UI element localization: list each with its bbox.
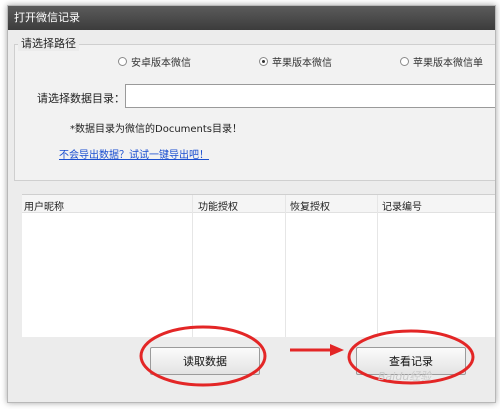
records-table[interactable]: 用户昵称 功能授权 恢复授权 记录编号	[22, 194, 495, 337]
column-divider	[377, 195, 378, 337]
column-feature-auth[interactable]: 功能授权	[198, 198, 238, 213]
data-dir-label: 请选择数据目录：	[37, 92, 125, 105]
path-group-legend: 请选择路径	[18, 35, 79, 51]
radio-apple-single-dot[interactable]	[400, 57, 409, 66]
radio-apple-single[interactable]: 苹果版本微信单	[400, 54, 483, 69]
table-header: 用户昵称 功能授权 恢复授权 记录编号	[22, 195, 495, 213]
column-record-id[interactable]: 记录编号	[382, 198, 422, 213]
dialog-window: 打开微信记录 请选择路径 安卓版本微信 苹果版本微信 苹果版本微信单 请选择数据…	[7, 5, 496, 403]
baidu-watermark: Baidu经验	[378, 370, 432, 383]
window-title: 打开微信记录	[8, 6, 495, 30]
radio-apple-label: 苹果版本微信	[272, 58, 332, 69]
one-click-export-link[interactable]: 不会导出数据？试试一键导出吧！	[59, 146, 209, 161]
radio-apple-single-label: 苹果版本微信单	[413, 58, 483, 69]
column-restore-auth[interactable]: 恢复授权	[290, 198, 330, 213]
column-nickname[interactable]: 用户昵称	[24, 198, 64, 213]
data-dir-input[interactable]	[125, 84, 495, 108]
read-data-button[interactable]: 读取数据	[150, 347, 260, 375]
radio-android-label: 安卓版本微信	[131, 58, 191, 69]
column-divider	[285, 195, 286, 337]
documents-note: *数据目录为微信的Documents目录！	[70, 124, 243, 135]
radio-apple-dot[interactable]	[259, 57, 268, 66]
column-divider	[192, 195, 193, 337]
radio-apple[interactable]: 苹果版本微信	[259, 54, 332, 69]
radio-android[interactable]: 安卓版本微信	[118, 54, 191, 69]
radio-android-dot[interactable]	[118, 57, 127, 66]
